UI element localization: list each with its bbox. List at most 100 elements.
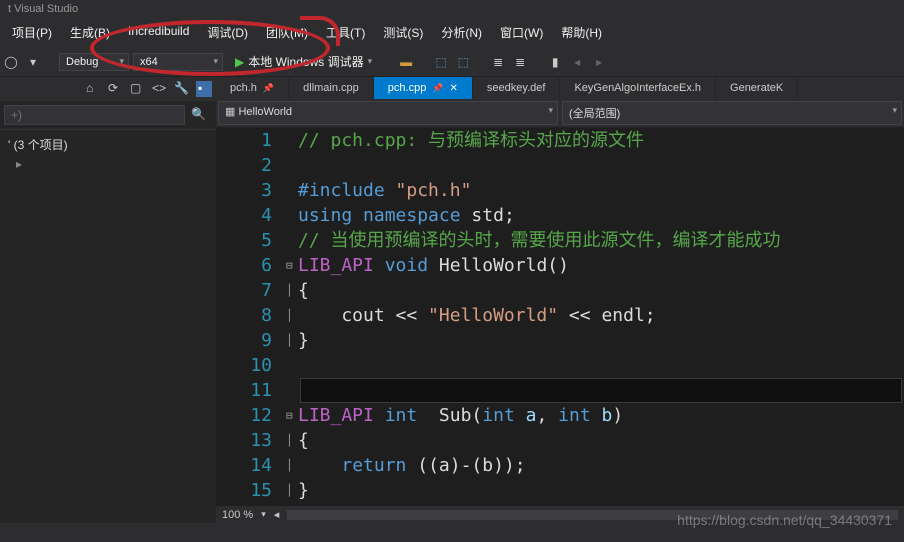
menu-item[interactable]: 窗口(W) — [492, 20, 551, 45]
zoom-level[interactable]: 100 % — [222, 509, 253, 521]
forward-icon[interactable]: ▾ — [24, 53, 42, 71]
line-number: 1 — [216, 128, 286, 153]
code-icon[interactable]: <> — [152, 81, 168, 97]
code-line[interactable]: 15│} — [216, 478, 904, 503]
fold-icon[interactable]: ⊟ — [286, 403, 298, 428]
nav-scope-right[interactable]: (全局范围) — [562, 101, 902, 125]
sidebar-search: 🔍 — [0, 101, 216, 130]
watermark: https://blog.csdn.net/qq_34430371 — [677, 512, 892, 528]
code-line[interactable]: 2 — [216, 153, 904, 178]
fold-icon[interactable] — [286, 228, 298, 253]
code-line[interactable]: 11 — [216, 378, 904, 403]
fold-icon[interactable] — [286, 153, 298, 178]
fold-icon[interactable] — [286, 128, 298, 153]
code-line[interactable]: 6⊟LIB_API void HelloWorld() — [216, 253, 904, 278]
tab-label: pch.cpp — [388, 82, 427, 94]
menu-item[interactable]: Incredibuild — [120, 20, 197, 45]
fold-icon[interactable]: │ — [286, 453, 298, 478]
box-icon[interactable]: ▢ — [130, 81, 146, 97]
fold-icon[interactable]: ⊟ — [286, 253, 298, 278]
solution-tree[interactable]: ' (3 个项目) ▸ — [0, 130, 216, 177]
line-number: 12 — [216, 403, 286, 428]
menu-item[interactable]: 分析(N) — [433, 20, 490, 45]
bookmark-icon[interactable]: ▮ — [546, 53, 564, 71]
code-text: LIB_API void HelloWorld() — [298, 253, 569, 278]
menu-item[interactable]: 工具(T) — [318, 20, 373, 45]
code-line[interactable]: 3#include "pch.h" — [216, 178, 904, 203]
tool-icon-2[interactable]: ⬚ — [432, 53, 450, 71]
back-icon[interactable]: ◯ — [2, 53, 20, 71]
code-line[interactable]: 4using namespace std; — [216, 203, 904, 228]
tab-label: seedkey.def — [487, 82, 546, 94]
fold-icon[interactable]: │ — [286, 303, 298, 328]
line-number: 9 — [216, 328, 286, 353]
outdent-icon[interactable]: ≣ — [511, 53, 529, 71]
search-input[interactable] — [4, 105, 185, 125]
refresh-icon[interactable]: ⟳ — [108, 81, 124, 97]
line-number: 5 — [216, 228, 286, 253]
menu-item[interactable]: 团队(M) — [258, 20, 316, 45]
config-dropdown[interactable]: Debug — [59, 53, 129, 71]
wrench-icon[interactable]: 🔧 — [174, 81, 190, 97]
tool-icon-4[interactable]: ◂ — [568, 53, 586, 71]
tab[interactable]: KeyGenAlgoInterfaceEx.h — [560, 77, 716, 99]
code-line[interactable]: 9│} — [216, 328, 904, 353]
menu-item[interactable]: 项目(P) — [4, 20, 60, 45]
zoom-chevron-icon[interactable]: ▾ — [261, 509, 266, 520]
code-line[interactable]: 1 // pch.cpp: 与预编译标头对应的源文件 — [216, 128, 904, 153]
code-line[interactable]: 10 — [216, 353, 904, 378]
tool-icon-3[interactable]: ⬚ — [454, 53, 472, 71]
menu-item[interactable]: 调试(D) — [199, 20, 256, 45]
tree-item[interactable]: ▸ — [6, 155, 210, 173]
home-icon[interactable]: ⌂ — [86, 81, 102, 97]
code-line[interactable]: 7│{ — [216, 278, 904, 303]
code-line[interactable]: 14│ return ((a)-(b)); — [216, 453, 904, 478]
tool-icon-1[interactable]: ▬ — [397, 53, 415, 71]
code-text: // 当使用预编译的头时，需要使用此源文件，编译才能成功 — [298, 228, 781, 253]
fold-icon[interactable]: │ — [286, 428, 298, 453]
tab[interactable]: pch.h📌 — [216, 77, 289, 99]
fold-icon[interactable] — [286, 203, 298, 228]
nav-scope-left[interactable]: ▦ HelloWorld — [218, 101, 558, 125]
tab[interactable]: seedkey.def — [473, 77, 561, 99]
code-line[interactable]: 13│{ — [216, 428, 904, 453]
indent-icon[interactable]: ≣ — [489, 53, 507, 71]
menu-item[interactable]: 生成(B) — [62, 20, 118, 45]
close-icon[interactable]: ✕ — [450, 83, 458, 94]
fold-icon[interactable]: │ — [286, 478, 298, 503]
fold-icon[interactable] — [286, 178, 298, 203]
tab[interactable]: pch.cpp 📌 ✕ — [374, 77, 473, 99]
tree-root[interactable]: ' (3 个项目) — [6, 134, 210, 155]
tab[interactable]: dllmain.cpp — [289, 77, 374, 99]
start-debug-button[interactable]: ▶ 本地 Windows 调试器 ▾ — [227, 51, 380, 72]
tool-icon-5[interactable]: ▸ — [590, 53, 608, 71]
line-number: 8 — [216, 303, 286, 328]
code-text: using namespace std; — [298, 203, 515, 228]
code-line[interactable]: 5 // 当使用预编译的头时，需要使用此源文件，编译才能成功 — [216, 228, 904, 253]
code-line[interactable]: 12⊟LIB_API int Sub(int a, int b) — [216, 403, 904, 428]
debugger-label: 本地 Windows 调试器 — [248, 53, 363, 70]
line-number: 2 — [216, 153, 286, 178]
pin-icon[interactable]: 📌 — [263, 83, 274, 94]
code-text: // pch.cpp: 与预编译标头对应的源文件 — [298, 128, 644, 153]
search-icon[interactable]: 🔍 — [185, 105, 212, 125]
solution-explorer: ⌂ ⟳ ▢ <> 🔧 ▪ 🔍 ' (3 个项目) ▸ — [0, 77, 216, 523]
code-text: return ((a)-(b)); — [298, 453, 526, 478]
props-icon[interactable]: ▪ — [196, 81, 212, 97]
code-editor[interactable]: 1 // pch.cpp: 与预编译标头对应的源文件 23#include "pch… — [216, 128, 904, 506]
cursor-line[interactable] — [300, 378, 902, 403]
fold-icon[interactable] — [286, 353, 298, 378]
line-number: 15 — [216, 478, 286, 503]
fold-icon[interactable]: │ — [286, 328, 298, 353]
menu-item[interactable]: 测试(S) — [375, 20, 431, 45]
platform-dropdown[interactable]: x64 — [133, 53, 223, 71]
fold-icon[interactable]: │ — [286, 278, 298, 303]
menu-item[interactable]: 帮助(H) — [553, 20, 610, 45]
editor-area: pch.h📌dllmain.cpp pch.cpp 📌 ✕ seedkey.def Key… — [216, 77, 904, 523]
fold-icon[interactable] — [286, 378, 298, 403]
scroll-left-icon[interactable]: ◂ — [274, 508, 280, 521]
pin-icon[interactable]: 📌 — [432, 83, 443, 94]
code-text: } — [298, 328, 309, 353]
code-line[interactable]: 8│ cout << "HelloWorld" << endl; — [216, 303, 904, 328]
tab[interactable]: GenerateK — [716, 77, 798, 99]
